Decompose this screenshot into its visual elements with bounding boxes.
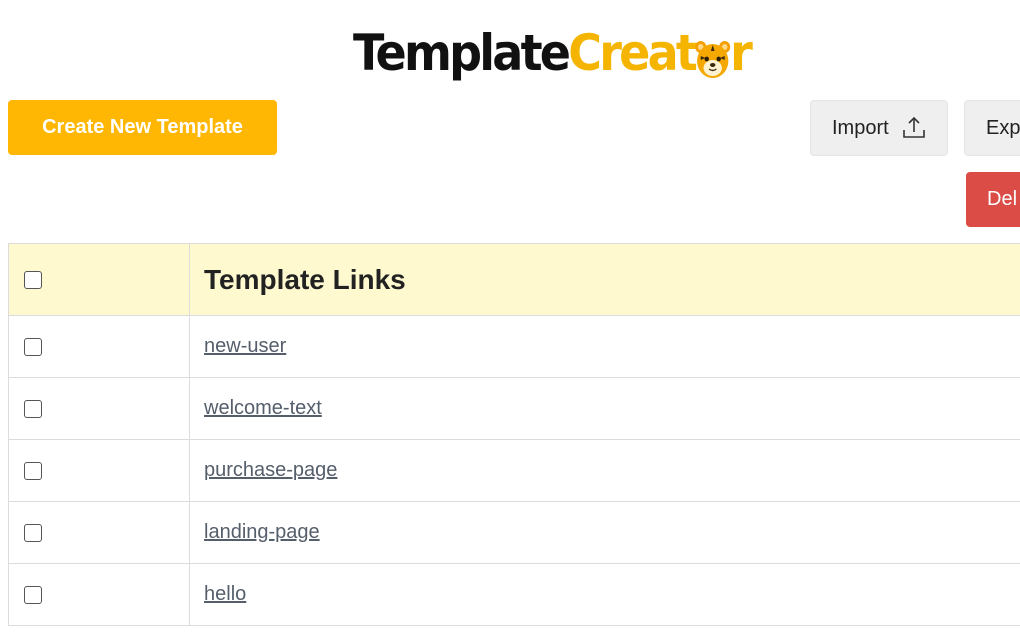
row-checkbox-cell — [8, 501, 190, 564]
logo-text-template: Template — [353, 24, 571, 82]
template-link[interactable]: purchase-page — [204, 459, 337, 481]
logo-wordmark: TemplateCreat r — [353, 22, 753, 84]
template-links-header: Template Links — [189, 243, 1020, 316]
logo-text-creat: Creat — [568, 24, 698, 82]
tiger-face-icon — [695, 40, 731, 78]
row-checkbox-cell — [8, 563, 190, 626]
table-row: hello — [8, 563, 1020, 626]
row-link-cell: purchase-page — [189, 439, 1020, 502]
app-logo[interactable]: TemplateCreat r — [353, 22, 785, 84]
logo-text-r: r — [730, 24, 753, 82]
row-checkbox[interactable] — [24, 399, 42, 418]
row-checkbox[interactable] — [24, 461, 42, 480]
create-new-template-button[interactable]: Create New Template — [8, 100, 277, 155]
row-link-cell: welcome-text — [189, 377, 1020, 440]
row-checkbox[interactable] — [24, 585, 42, 604]
select-all-cell — [8, 243, 190, 316]
delete-button[interactable]: Del — [966, 172, 1020, 227]
export-button[interactable]: Exp — [964, 100, 1020, 156]
import-button-label: Import — [832, 116, 889, 139]
template-link[interactable]: landing-page — [204, 521, 320, 543]
table-row: landing-page — [8, 501, 1020, 564]
templates-table: Template Links new-user welcome-text pur… — [8, 243, 1020, 626]
table-row: purchase-page — [8, 439, 1020, 502]
upload-icon — [902, 116, 925, 138]
row-checkbox-cell — [8, 439, 190, 502]
row-checkbox-cell — [8, 315, 190, 378]
row-link-cell: new-user — [189, 315, 1020, 378]
export-button-label: Exp — [986, 116, 1020, 139]
template-link[interactable]: hello — [204, 583, 246, 605]
table-row: new-user — [8, 315, 1020, 378]
row-link-cell: landing-page — [189, 501, 1020, 564]
row-link-cell: hello — [189, 563, 1020, 626]
import-button[interactable]: Import — [810, 100, 948, 156]
table-row: welcome-text — [8, 377, 1020, 440]
row-checkbox[interactable] — [24, 337, 42, 356]
page: TemplateCreat r Create New Template Impo… — [0, 0, 1020, 638]
row-checkbox-cell — [8, 377, 190, 440]
template-link[interactable]: welcome-text — [204, 397, 322, 419]
table-header-row: Template Links — [8, 243, 1020, 316]
select-all-checkbox[interactable] — [24, 270, 42, 289]
row-checkbox[interactable] — [24, 523, 42, 542]
template-link[interactable]: new-user — [204, 335, 286, 357]
